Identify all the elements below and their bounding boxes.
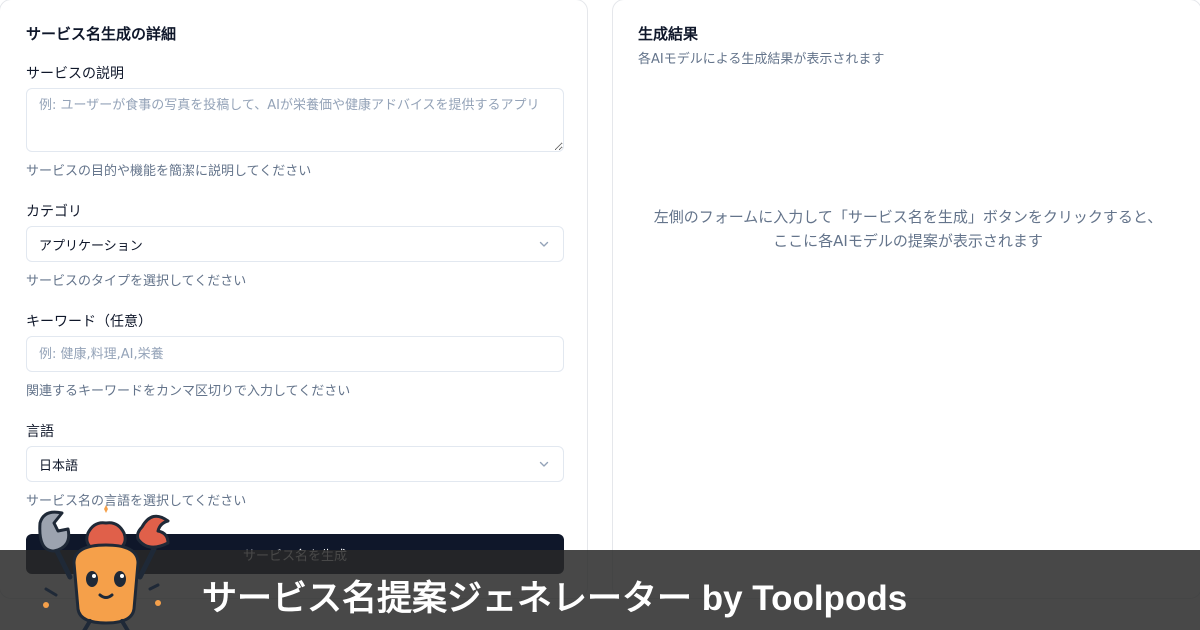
form-title: サービス名生成の詳細 xyxy=(26,25,177,43)
results-empty-line-1: 左側のフォームに入力して「サービス名を生成」ボタンをクリックすると、 xyxy=(653,208,1163,226)
language-label: 言語 xyxy=(26,424,54,440)
language-selected-value: 日本語 xyxy=(39,458,79,474)
results-card: 生成結果 各AIモデルによる生成結果が表示されます 左側のフォームに入力して「サ… xyxy=(612,0,1200,599)
language-select[interactable]: 日本語 xyxy=(26,446,564,482)
chevron-down-icon xyxy=(537,457,551,471)
keywords-hint: 関連するキーワードをカンマ区切りで入力してください xyxy=(26,384,351,399)
results-subtitle: 各AIモデルによる生成結果が表示されます xyxy=(638,52,885,67)
results-empty-message: 左側のフォームに入力して「サービス名を生成」ボタンをクリックすると、 ここに各A… xyxy=(638,205,1178,253)
keywords-label: キーワード（任意） xyxy=(26,314,152,330)
banner-title: サービス名提案ジェネレーター by Toolpods xyxy=(202,579,908,618)
category-select[interactable]: アプリケーション xyxy=(26,226,564,262)
category-label: カテゴリ xyxy=(26,204,82,220)
category-selected-value: アプリケーション xyxy=(39,238,143,254)
title-banner: サービス名提案ジェネレーター by Toolpods xyxy=(0,550,1200,630)
description-textarea[interactable] xyxy=(26,88,564,152)
description-label: サービスの説明 xyxy=(26,66,124,82)
keywords-input[interactable] xyxy=(26,336,564,372)
crab-robot-mascot-icon xyxy=(38,505,170,630)
category-hint: サービスのタイプを選択してください xyxy=(26,274,247,289)
results-empty-line-2: ここに各AIモデルの提案が表示されます xyxy=(773,232,1043,250)
description-hint: サービスの目的や機能を簡潔に説明してください xyxy=(26,164,312,179)
chevron-down-icon xyxy=(537,237,551,251)
results-title: 生成結果 xyxy=(638,25,699,43)
